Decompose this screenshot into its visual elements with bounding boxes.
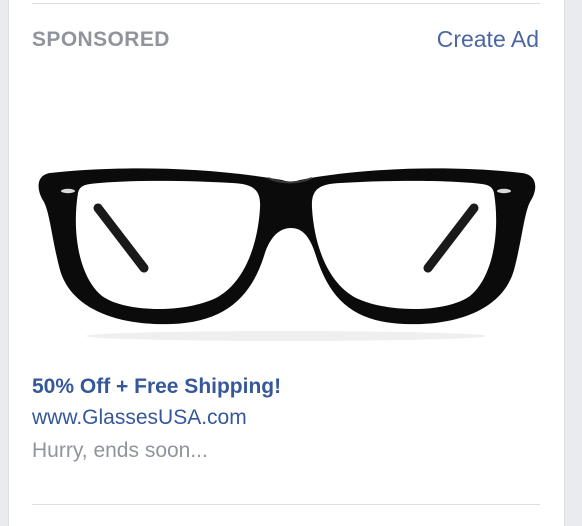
sponsored-label: SPONSORED	[32, 28, 170, 51]
sponsored-ad-card: SPONSORED Create Ad 50% Off + Free Shipp…	[8, 0, 565, 526]
ad-image-eyeglasses[interactable]	[32, 80, 540, 360]
top-divider	[32, 3, 540, 4]
create-ad-link[interactable]: Create Ad	[437, 26, 539, 53]
ad-url-link[interactable]: www.GlassesUSA.com	[32, 406, 247, 430]
bottom-divider	[32, 504, 540, 505]
ad-description: Hurry, ends soon...	[32, 439, 208, 462]
ad-headline-link[interactable]: 50% Off + Free Shipping!	[32, 375, 281, 399]
